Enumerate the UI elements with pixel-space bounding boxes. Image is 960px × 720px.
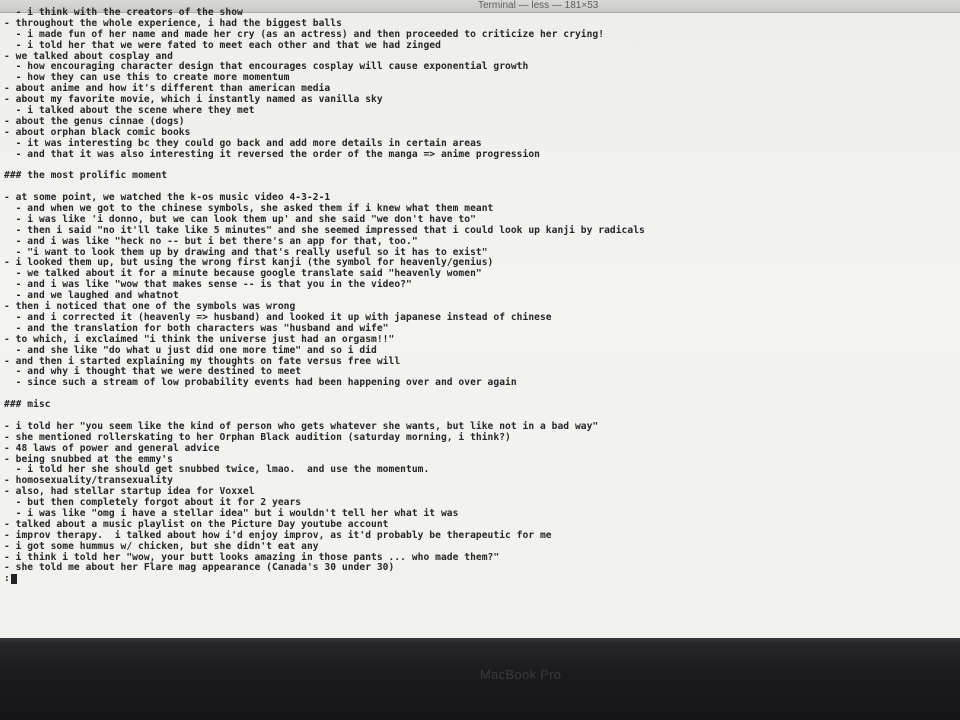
text-cursor [10, 574, 17, 585]
laptop-brand-label: MacBook Pro [480, 667, 562, 682]
terminal-line: - it was interesting bc they could go ba… [4, 137, 482, 149]
terminal-line: - and she like "do what u just did one m… [4, 344, 377, 356]
terminal-line: - and that it was also interesting it re… [4, 148, 540, 160]
terminal-line: - improv therapy. i talked about how i'd… [4, 529, 552, 541]
bezel-edge [0, 638, 960, 644]
terminal-line: - i told her that we were fated to meet … [4, 39, 441, 51]
terminal-screen: Terminal — less — 181×53 - i think with … [0, 0, 960, 638]
terminal-output[interactable]: - i think with the creators of the show -… [4, 7, 954, 585]
terminal-line: - she mentioned rollerskating to her Orp… [4, 431, 511, 443]
less-prompt: : [4, 573, 10, 585]
less-prompt-line[interactable]: : [4, 573, 954, 585]
terminal-line: ### the most prolific moment [4, 170, 168, 182]
terminal-line: - to which, i exclaimed "i think the uni… [4, 333, 395, 345]
terminal-line: ### misc [4, 399, 51, 411]
terminal-line: - and i was like "heck no -- but i bet t… [4, 235, 418, 247]
terminal-line: - 48 laws of power and general advice [4, 442, 220, 454]
terminal-line: - she told me about her Flare mag appear… [4, 562, 395, 574]
terminal-line: - since such a stream of low probability… [4, 377, 517, 389]
terminal-line: - i got some hummus w/ chicken, but she … [4, 540, 319, 552]
